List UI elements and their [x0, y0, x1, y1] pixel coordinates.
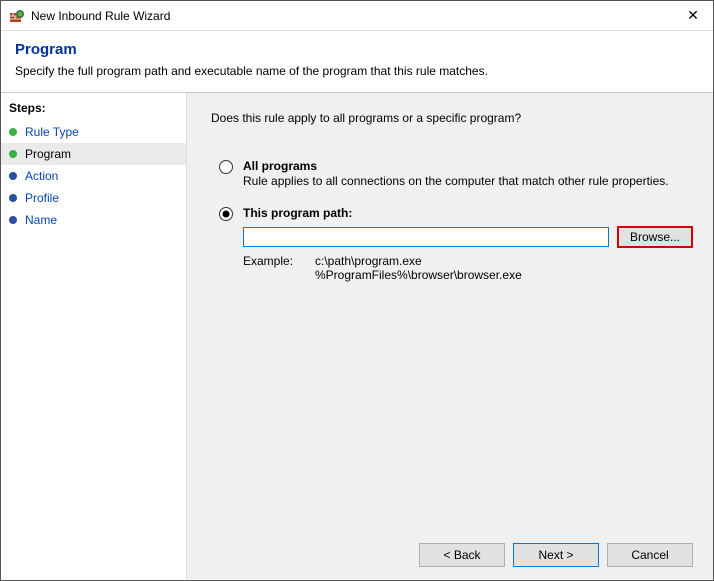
bullet-icon: [9, 216, 17, 224]
main-panel: Does this rule apply to all programs or …: [186, 93, 713, 579]
wizard-header: Program Specify the full program path an…: [1, 31, 713, 92]
content-area: Steps: Rule Type Program Action Profile …: [1, 92, 713, 579]
radio-program-path[interactable]: [219, 207, 233, 221]
bullet-icon: [9, 172, 17, 180]
close-button[interactable]: ✕: [673, 1, 713, 31]
step-label: Rule Type: [25, 125, 79, 139]
page-subtitle: Specify the full program path and execut…: [15, 64, 699, 78]
option-body: All programs Rule applies to all connect…: [243, 159, 669, 188]
step-action[interactable]: Action: [1, 165, 186, 187]
program-path-input[interactable]: [243, 227, 609, 247]
window-title: New Inbound Rule Wizard: [31, 9, 673, 23]
step-label: Profile: [25, 191, 59, 205]
path-row: Browse...: [243, 226, 693, 248]
step-label: Program: [25, 147, 71, 161]
option-all-programs[interactable]: All programs Rule applies to all connect…: [219, 159, 693, 188]
back-button[interactable]: < Back: [419, 543, 505, 567]
example-label: Example:: [243, 254, 315, 282]
page-title: Program: [15, 41, 699, 58]
bullet-icon: [9, 194, 17, 202]
step-rule-type[interactable]: Rule Type: [1, 121, 186, 143]
step-program[interactable]: Program: [1, 143, 186, 165]
step-profile[interactable]: Profile: [1, 187, 186, 209]
question-text: Does this rule apply to all programs or …: [211, 111, 693, 125]
radio-all-programs[interactable]: [219, 160, 233, 174]
step-label: Name: [25, 213, 57, 227]
cancel-button[interactable]: Cancel: [607, 543, 693, 567]
firewall-icon: [9, 8, 25, 24]
option-program-path[interactable]: This program path: Browse... Example: c:…: [219, 206, 693, 282]
step-name[interactable]: Name: [1, 209, 186, 231]
steps-sidebar: Steps: Rule Type Program Action Profile …: [1, 93, 186, 579]
example-body: c:\path\program.exe %ProgramFiles%\brows…: [315, 254, 522, 282]
wizard-footer: < Back Next > Cancel: [207, 529, 693, 567]
option-body: This program path: Browse... Example: c:…: [243, 206, 693, 282]
option-title: This program path:: [243, 206, 693, 220]
example-row: Example: c:\path\program.exe %ProgramFil…: [243, 254, 693, 282]
step-label: Action: [25, 169, 58, 183]
bullet-icon: [9, 128, 17, 136]
titlebar: New Inbound Rule Wizard ✕: [1, 1, 713, 31]
option-title: All programs: [243, 159, 669, 173]
browse-button[interactable]: Browse...: [617, 226, 693, 248]
steps-label: Steps:: [1, 97, 186, 121]
next-button[interactable]: Next >: [513, 543, 599, 567]
bullet-icon: [9, 150, 17, 158]
option-desc: Rule applies to all connections on the c…: [243, 174, 669, 188]
